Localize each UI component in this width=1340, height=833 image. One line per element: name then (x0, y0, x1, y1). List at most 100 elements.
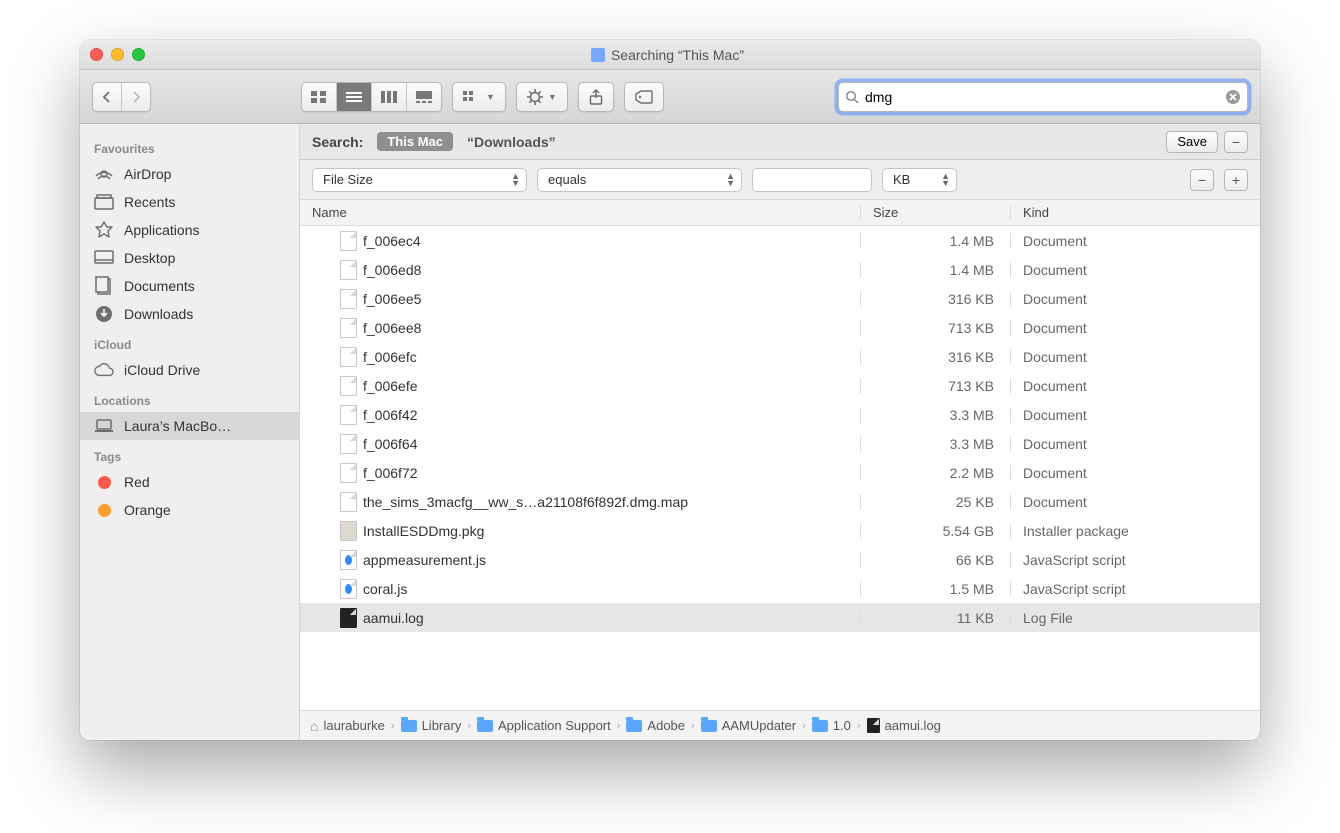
sidebar-item[interactable]: Red (80, 468, 299, 496)
file-row[interactable]: f_006ec41.4 MBDocument (300, 226, 1260, 255)
file-row[interactable]: f_006ee8713 KBDocument (300, 313, 1260, 342)
file-size: 1.4 MB (860, 262, 1010, 278)
file-icon (340, 405, 357, 425)
file-kind: JavaScript script (1010, 581, 1260, 597)
file-name: coral.js (363, 581, 407, 597)
file-row[interactable]: f_006efc316 KBDocument (300, 342, 1260, 371)
file-name: f_006ee5 (363, 291, 421, 307)
search-field[interactable] (838, 82, 1248, 112)
file-row[interactable]: the_sims_3macfg__ww_s…a21108f6f892f.dmg.… (300, 487, 1260, 516)
file-icon (340, 318, 357, 338)
add-filter-button[interactable]: + (1224, 169, 1248, 191)
save-search-button[interactable]: Save (1166, 131, 1218, 153)
file-size: 25 KB (860, 494, 1010, 510)
sidebar-item[interactable]: Applications (80, 216, 299, 244)
file-row[interactable]: coral.js1.5 MBJavaScript script (300, 574, 1260, 603)
file-row[interactable]: f_006f722.2 MBDocument (300, 458, 1260, 487)
file-name: the_sims_3macfg__ww_s…a21108f6f892f.dmg.… (363, 494, 688, 510)
search-input[interactable] (865, 89, 1219, 105)
file-name: appmeasurement.js (363, 552, 486, 568)
scope-downloads[interactable]: “Downloads” (467, 134, 556, 150)
file-row[interactable]: appmeasurement.js66 KBJavaScript script (300, 545, 1260, 574)
sidebar-item[interactable]: Orange (80, 496, 299, 524)
laptop-icon (94, 417, 114, 435)
sidebar-item[interactable]: iCloud Drive (80, 356, 299, 384)
forward-button[interactable] (122, 83, 150, 111)
file-name: f_006f42 (363, 407, 418, 423)
file-row[interactable]: f_006efe713 KBDocument (300, 371, 1260, 400)
scope-this-mac[interactable]: This Mac (377, 132, 453, 151)
main-area: Search: This Mac “Downloads” Save − File… (300, 124, 1260, 740)
file-kind: Document (1010, 349, 1260, 365)
view-list-button[interactable] (337, 83, 372, 111)
path-label: aamui.log (885, 718, 941, 733)
tags-button[interactable] (624, 82, 664, 112)
path-segment[interactable]: aamui.log (867, 718, 941, 733)
sidebar-item[interactable]: AirDrop (80, 160, 299, 188)
sidebar-item-label: iCloud Drive (124, 362, 200, 378)
documents-icon (94, 277, 114, 295)
path-segment[interactable]: Adobe (626, 718, 685, 733)
share-button[interactable] (578, 82, 614, 112)
view-gallery-button[interactable] (407, 83, 441, 111)
clear-search-icon[interactable] (1225, 89, 1241, 105)
airdrop-icon (94, 165, 114, 183)
file-kind: Document (1010, 291, 1260, 307)
path-segment[interactable]: Application Support (477, 718, 611, 733)
view-column-button[interactable] (372, 83, 407, 111)
sidebar-item-label: Documents (124, 278, 195, 294)
column-header-size[interactable]: Size (860, 205, 1010, 220)
sidebar-item[interactable]: Recents (80, 188, 299, 216)
file-size: 66 KB (860, 552, 1010, 568)
filter-unit-select[interactable]: KB ▲▼ (882, 168, 957, 192)
group-by-button[interactable]: ▼ (452, 82, 506, 112)
file-name: f_006f72 (363, 465, 418, 481)
column-header-name[interactable]: Name (300, 205, 860, 220)
column-headers: Name Size Kind (300, 200, 1260, 226)
sidebar-item[interactable]: Downloads (80, 300, 299, 328)
nav-buttons (92, 82, 151, 112)
remove-criteria-button[interactable]: − (1224, 131, 1248, 153)
file-row[interactable]: aamui.log11 KBLog File (300, 603, 1260, 632)
file-kind: Document (1010, 233, 1260, 249)
chevron-right-icon: › (391, 720, 395, 732)
file-name: f_006efc (363, 349, 417, 365)
view-icon-button[interactable] (302, 83, 337, 111)
chevron-right-icon: › (691, 720, 695, 732)
path-segment[interactable]: 1.0 (812, 718, 851, 733)
path-segment[interactable]: AAMUpdater (701, 718, 796, 733)
zoom-icon[interactable] (132, 48, 145, 61)
sidebar-heading: Locations (80, 384, 299, 412)
path-segment[interactable]: Library (401, 718, 462, 733)
tag-icon (94, 501, 114, 519)
minimize-icon[interactable] (111, 48, 124, 61)
column-header-kind[interactable]: Kind (1010, 205, 1260, 220)
filter-value-input[interactable] (752, 168, 872, 192)
path-segment[interactable]: ⌂lauraburke (310, 718, 385, 734)
back-button[interactable] (93, 83, 122, 111)
window-title-text: Searching “This Mac” (611, 47, 744, 63)
filter-operator-select[interactable]: equals ▲▼ (537, 168, 742, 192)
action-button[interactable]: ▼ (516, 82, 568, 112)
file-icon (867, 718, 880, 733)
path-label: Library (422, 718, 462, 733)
sidebar-item[interactable]: Desktop (80, 244, 299, 272)
sidebar-heading: iCloud (80, 328, 299, 356)
file-row[interactable]: f_006ed81.4 MBDocument (300, 255, 1260, 284)
file-list[interactable]: f_006ec41.4 MBDocumentf_006ed81.4 MBDocu… (300, 226, 1260, 710)
file-row[interactable]: f_006f423.3 MBDocument (300, 400, 1260, 429)
close-icon[interactable] (90, 48, 103, 61)
chevron-right-icon: › (467, 720, 471, 732)
file-kind: Document (1010, 407, 1260, 423)
file-kind: Log File (1010, 610, 1260, 626)
filter-attribute-select[interactable]: File Size ▲▼ (312, 168, 527, 192)
file-row[interactable]: InstallESDDmg.pkg5.54 GBInstaller packag… (300, 516, 1260, 545)
sidebar-item-label: Laura’s MacBo… (124, 418, 231, 434)
sidebar-item[interactable]: Documents (80, 272, 299, 300)
finder-window: Searching “This Mac” (80, 40, 1260, 740)
file-row[interactable]: f_006ee5316 KBDocument (300, 284, 1260, 313)
remove-filter-button[interactable]: − (1190, 169, 1214, 191)
sidebar: FavouritesAirDropRecentsApplicationsDesk… (80, 124, 300, 740)
sidebar-item[interactable]: Laura’s MacBo… (80, 412, 299, 440)
file-row[interactable]: f_006f643.3 MBDocument (300, 429, 1260, 458)
